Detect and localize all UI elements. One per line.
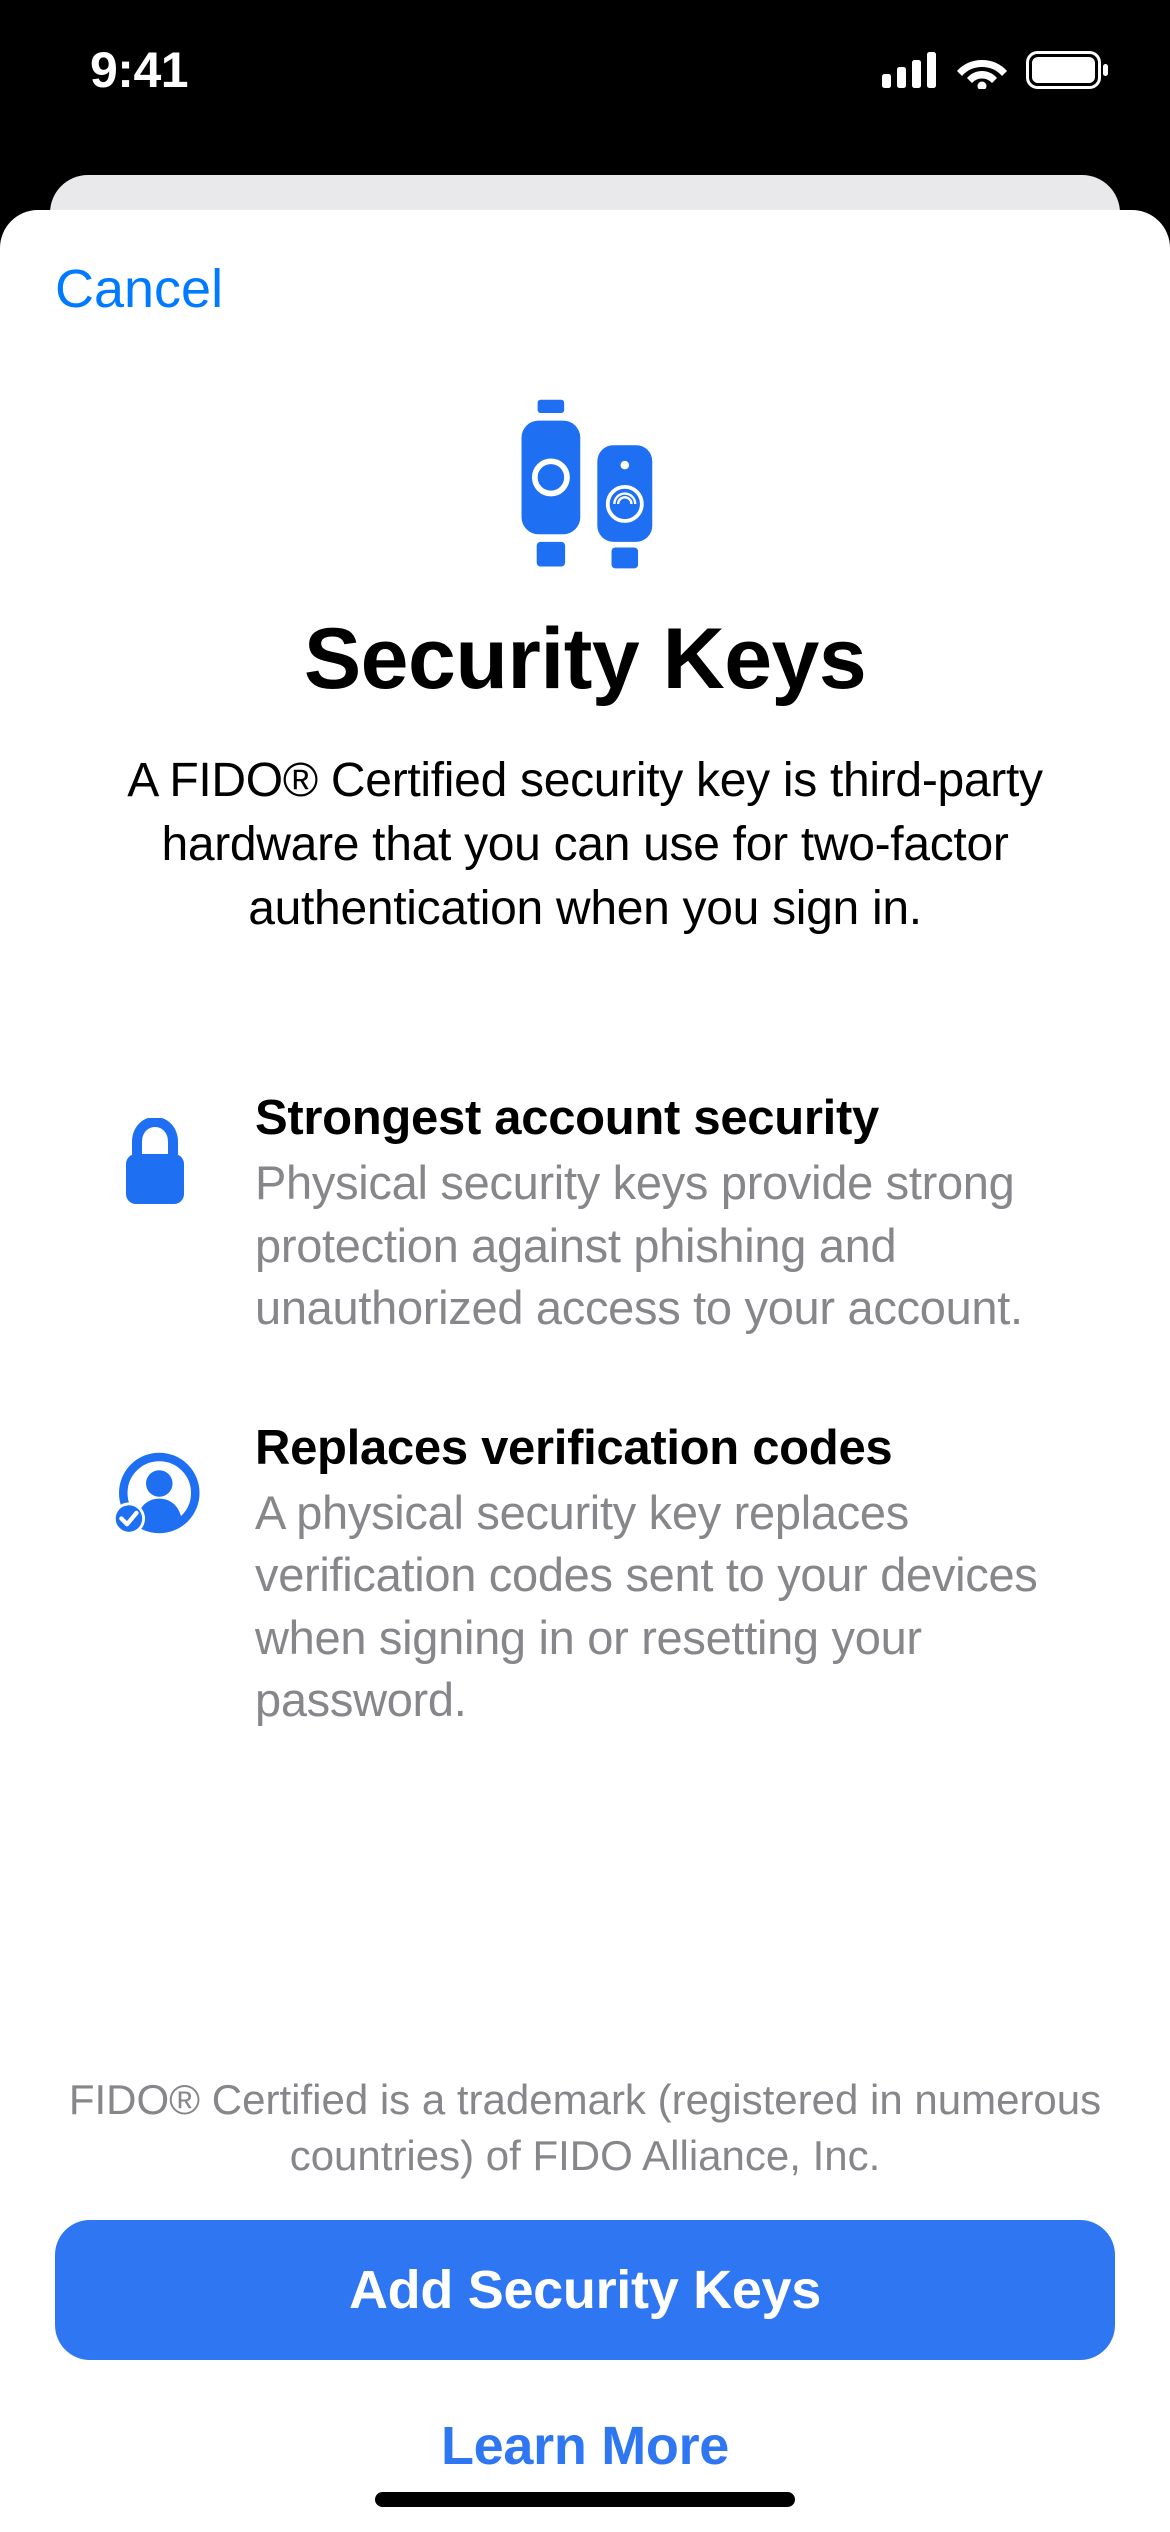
learn-more-button[interactable]: Learn More [441,2415,729,2477]
feature-title: Replaces verification codes [255,1420,1060,1476]
security-keys-icon [495,395,675,575]
cancel-button[interactable]: Cancel [55,258,223,320]
feature-title: Strongest account security [255,1090,1060,1146]
feature-replaces-codes: Replaces verification codes A physical s… [110,1420,1060,1732]
lock-icon [110,1118,200,1208]
page-title: Security Keys [304,610,866,709]
feature-desc: Physical security keys provide strong pr… [255,1152,1060,1340]
person-check-icon [110,1448,200,1538]
footer-section: FIDO® Certified is a trademark (register… [55,2072,1115,2532]
modal-sheet: Cancel Security Keys A FIDO® Certified s… [0,210,1170,2532]
cellular-icon [882,52,938,88]
battery-icon [1026,51,1110,89]
home-indicator[interactable] [375,2492,795,2507]
page-subtitle: A FIDO® Certified security key is third-… [55,749,1115,940]
hero-section: Security Keys A FIDO® Certified security… [55,395,1115,940]
status-time: 9:41 [90,41,188,99]
add-security-keys-button[interactable]: Add Security Keys [55,2220,1115,2360]
feature-desc: A physical security key replaces verific… [255,1482,1060,1732]
status-bar: 9:41 [0,0,1170,140]
wifi-icon [956,51,1008,89]
trademark-text: FIDO® Certified is a trademark (register… [55,2072,1115,2185]
features-list: Strongest account security Physical secu… [55,1090,1115,1812]
feature-security: Strongest account security Physical secu… [110,1090,1060,1340]
status-icons [882,51,1110,89]
